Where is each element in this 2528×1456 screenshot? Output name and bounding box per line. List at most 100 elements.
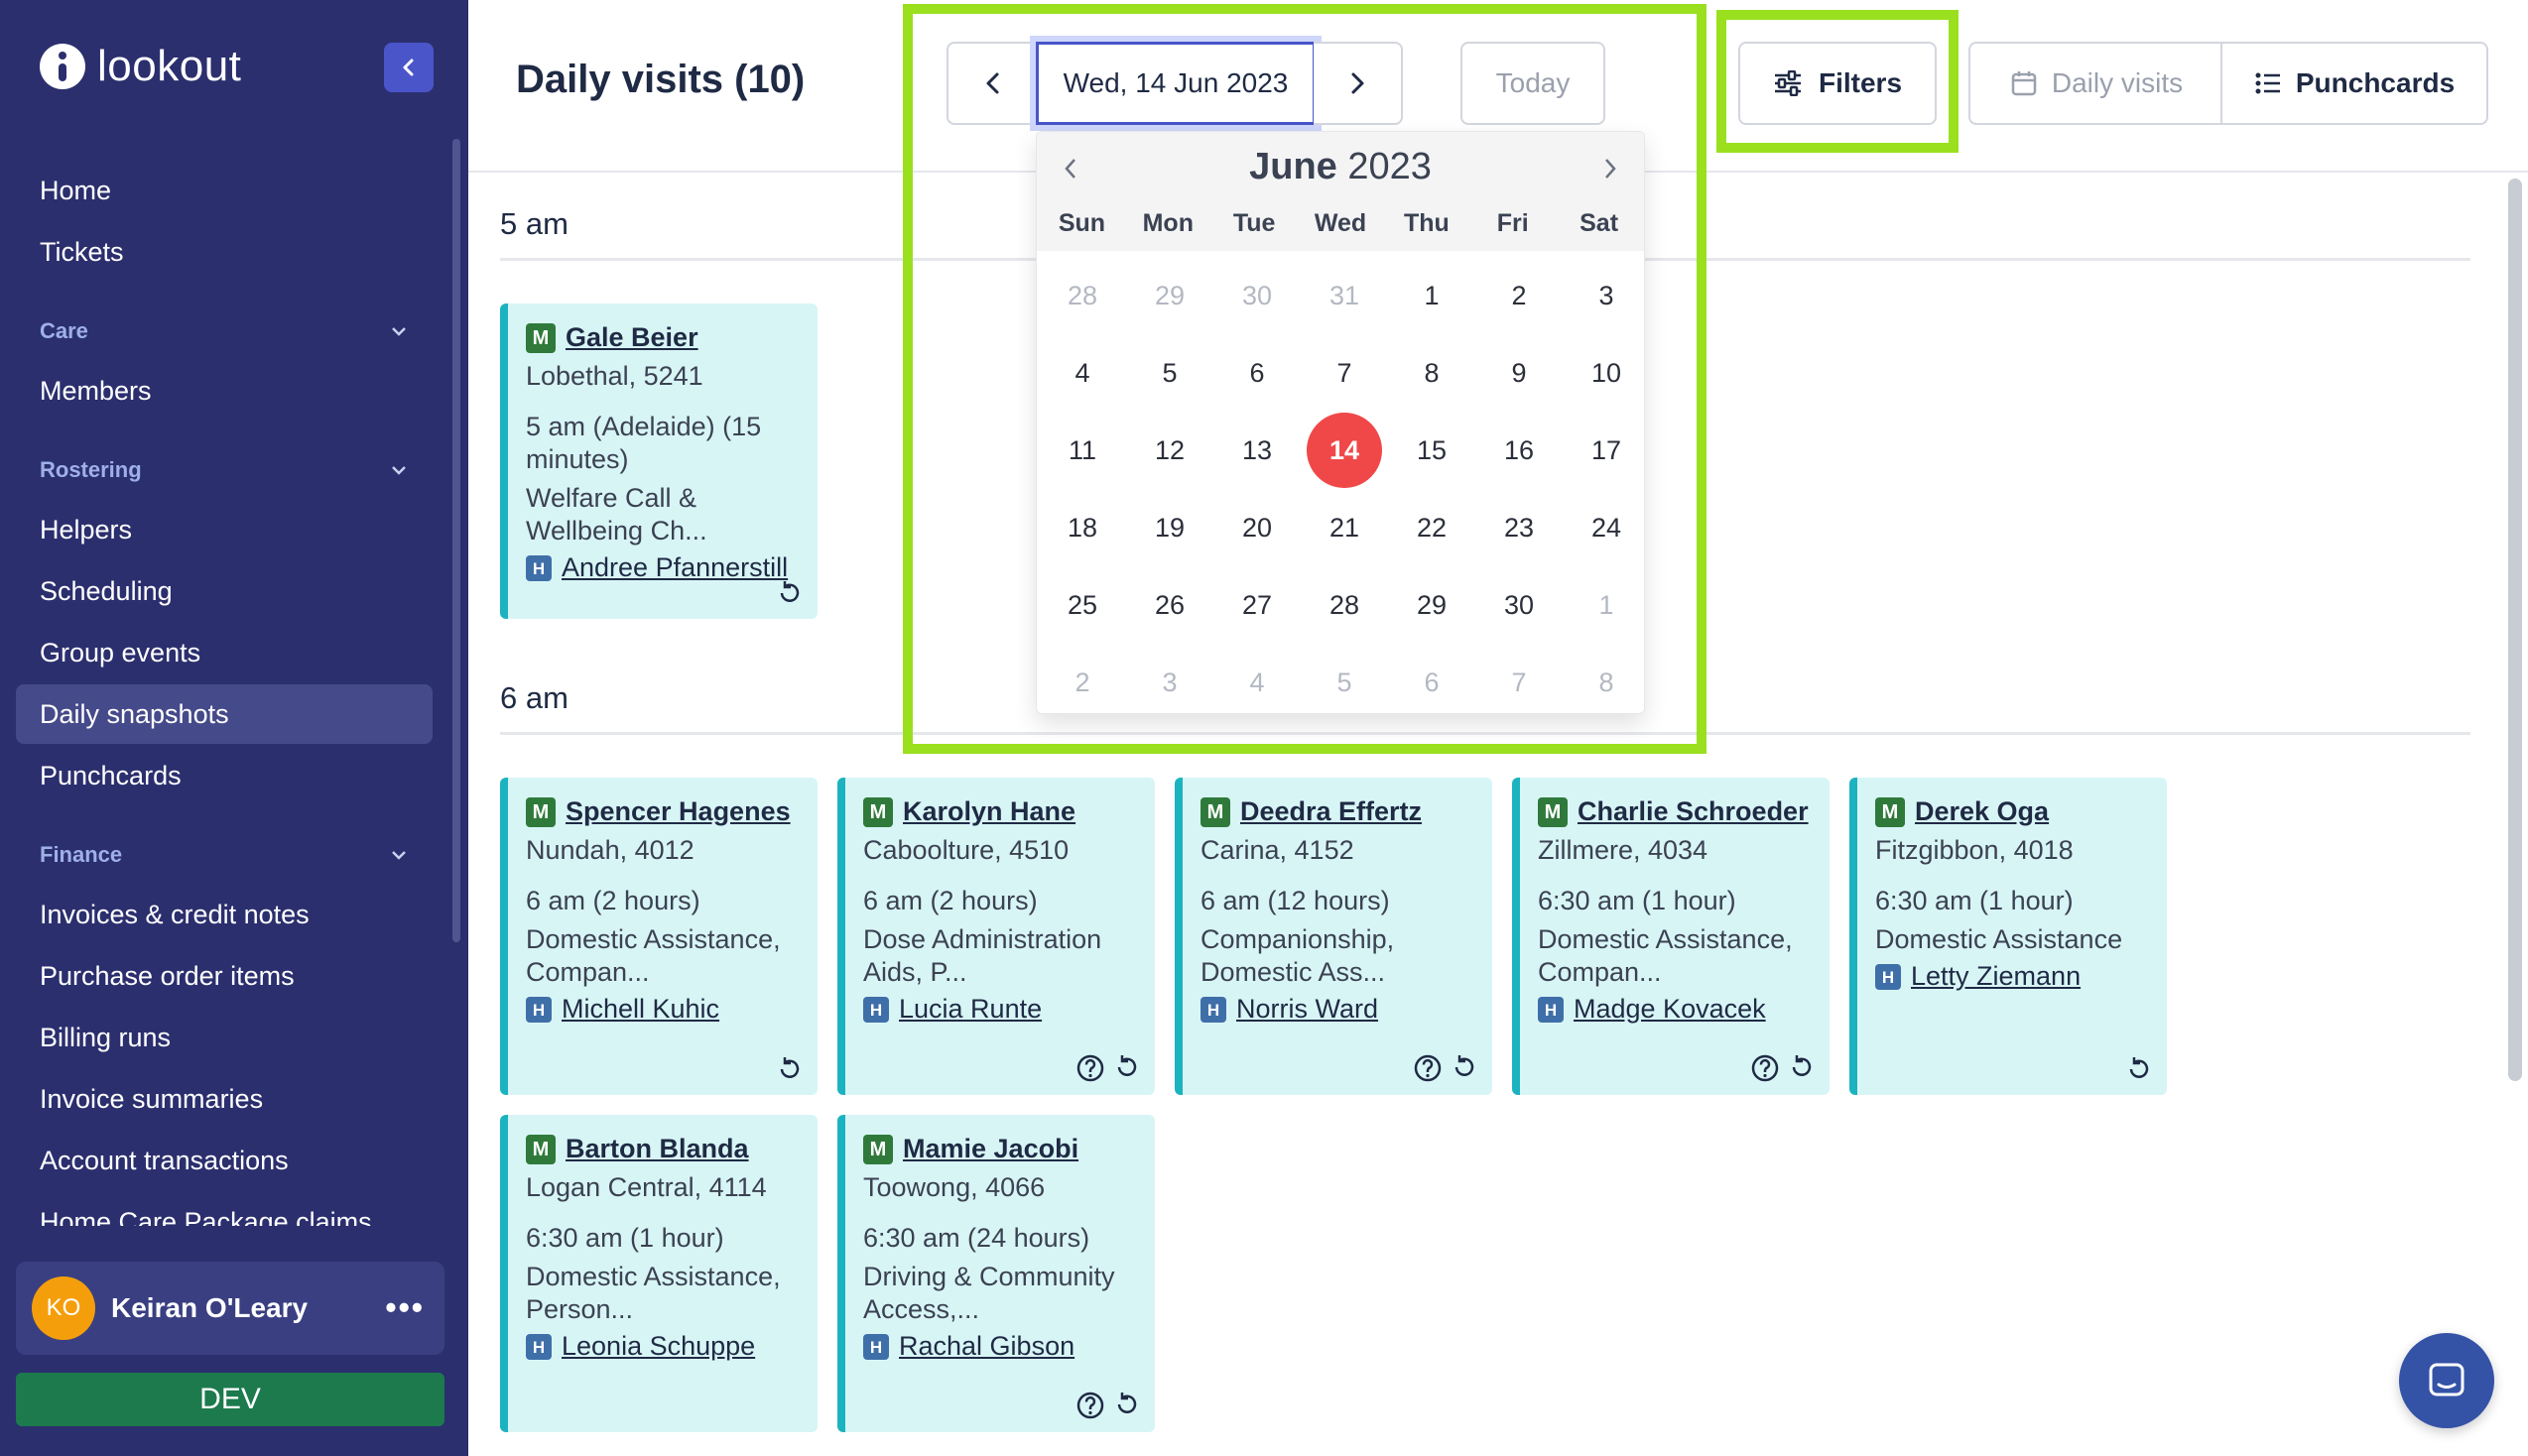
helper-link[interactable]: Rachal Gibson xyxy=(899,1330,1074,1363)
calendar-day[interactable]: 19 xyxy=(1126,489,1213,566)
member-link[interactable]: Karolyn Hane xyxy=(903,795,1075,828)
sidebar-item-billing-runs[interactable]: Billing runs xyxy=(16,1008,433,1067)
date-picker-button[interactable]: Wed, 14 Jun 2023 xyxy=(1036,42,1316,125)
calendar-day[interactable]: 23 xyxy=(1475,489,1563,566)
sidebar-item-tickets[interactable]: Tickets xyxy=(16,222,433,282)
helper-link[interactable]: Lucia Runte xyxy=(899,993,1042,1026)
member-link[interactable]: Mamie Jacobi xyxy=(903,1133,1078,1165)
daily-visits-view-button[interactable]: Daily visits xyxy=(1968,42,2222,125)
visit-card[interactable]: M Deedra Effertz Carina, 4152 6 am (12 ho… xyxy=(1175,778,1492,1095)
calendar-day[interactable]: 30 xyxy=(1213,257,1301,334)
question-icon[interactable] xyxy=(1750,1053,1780,1083)
sidebar-item-invoices[interactable]: Invoices & credit notes xyxy=(16,885,433,944)
member-link[interactable]: Barton Blanda xyxy=(566,1133,749,1165)
calendar-day[interactable]: 20 xyxy=(1213,489,1301,566)
sidebar-section-finance[interactable]: Finance xyxy=(0,827,448,883)
sidebar-item-home-care-package-claims[interactable]: Home Care Package claims xyxy=(16,1192,433,1226)
calendar-day[interactable]: 13 xyxy=(1213,412,1301,489)
calendar-day[interactable]: 29 xyxy=(1126,257,1213,334)
sidebar-item-helpers[interactable]: Helpers xyxy=(16,500,433,559)
next-day-button[interactable] xyxy=(1314,42,1403,125)
calendar-day[interactable]: 3 xyxy=(1563,257,1650,334)
calendar-day[interactable]: 28 xyxy=(1039,257,1126,334)
calendar-day[interactable]: 15 xyxy=(1388,412,1475,489)
visit-card[interactable]: M Barton Blanda Logan Central, 4114 6:30 … xyxy=(500,1115,818,1432)
question-icon[interactable] xyxy=(1075,1053,1105,1083)
calendar-day[interactable]: 12 xyxy=(1126,412,1213,489)
previous-day-button[interactable] xyxy=(947,42,1038,125)
helper-link[interactable]: Madge Kovacek xyxy=(1574,993,1766,1026)
calendar-day[interactable]: 7 xyxy=(1475,644,1563,721)
app-logo[interactable]: lookout xyxy=(40,42,241,91)
calendar-day[interactable]: 30 xyxy=(1475,566,1563,644)
sidebar-section-care[interactable]: Care xyxy=(0,303,448,359)
visit-card[interactable]: M Karolyn Hane Caboolture, 4510 6 am (2 h… xyxy=(837,778,1155,1095)
repeat-icon[interactable] xyxy=(1113,1391,1141,1420)
sidebar-item-group-events[interactable]: Group events xyxy=(16,623,433,682)
calendar-day[interactable]: 18 xyxy=(1039,489,1126,566)
calendar-day[interactable]: 11 xyxy=(1039,412,1126,489)
member-link[interactable]: Deedra Effertz xyxy=(1240,795,1422,828)
visit-card[interactable]: M Spencer Hagenes Nundah, 4012 6 am (2 ho… xyxy=(500,778,818,1095)
member-link[interactable]: Derek Oga xyxy=(1915,795,2049,828)
member-link[interactable]: Charlie Schroeder xyxy=(1578,795,1809,828)
calendar-day[interactable]: 7 xyxy=(1301,334,1388,412)
question-icon[interactable] xyxy=(1413,1053,1443,1083)
punchcards-view-button[interactable]: Punchcards xyxy=(2220,42,2488,125)
today-button[interactable]: Today xyxy=(1460,42,1605,125)
collapse-sidebar-button[interactable] xyxy=(384,43,434,92)
calendar-day[interactable]: 22 xyxy=(1388,489,1475,566)
calendar-day[interactable]: 2 xyxy=(1039,644,1126,721)
sidebar-item-account-transactions[interactable]: Account transactions xyxy=(16,1131,433,1190)
sidebar-item-daily-snapshots[interactable]: Daily snapshots xyxy=(16,684,433,744)
sidebar-item-members[interactable]: Members xyxy=(16,361,433,421)
calendar-day[interactable]: 8 xyxy=(1388,334,1475,412)
calendar-day[interactable]: 27 xyxy=(1213,566,1301,644)
more-options-icon[interactable]: ••• xyxy=(385,1289,425,1326)
repeat-icon[interactable] xyxy=(776,579,804,607)
calendar-day[interactable]: 16 xyxy=(1475,412,1563,489)
calendar-day[interactable]: 24 xyxy=(1563,489,1650,566)
calendar-day[interactable]: 26 xyxy=(1126,566,1213,644)
calendar-day[interactable]: 17 xyxy=(1563,412,1650,489)
calendar-day[interactable]: 5 xyxy=(1301,644,1388,721)
calendar-day[interactable]: 31 xyxy=(1301,257,1388,334)
visit-card[interactable]: M Charlie Schroeder Zillmere, 4034 6:30 a… xyxy=(1512,778,1830,1095)
calendar-day[interactable]: 25 xyxy=(1039,566,1126,644)
sidebar-item-punchcards[interactable]: Punchcards xyxy=(16,746,433,805)
calendar-day[interactable]: 5 xyxy=(1126,334,1213,412)
calendar-day[interactable]: 21 xyxy=(1301,489,1388,566)
helper-link[interactable]: Leonia Schuppe xyxy=(562,1330,755,1363)
sidebar-item-invoice-summaries[interactable]: Invoice summaries xyxy=(16,1069,433,1129)
visit-card[interactable]: M Derek Oga Fitzgibbon, 4018 6:30 am (1 h… xyxy=(1849,778,2167,1095)
sidebar-section-rostering[interactable]: Rostering xyxy=(0,442,448,498)
question-icon[interactable] xyxy=(1075,1391,1105,1420)
calendar-day[interactable]: 1 xyxy=(1563,566,1650,644)
sidebar-item-home[interactable]: Home xyxy=(16,161,433,220)
visit-card[interactable]: M Mamie Jacobi Toowong, 4066 6:30 am (24 … xyxy=(837,1115,1155,1432)
calendar-day[interactable]: 9 xyxy=(1475,334,1563,412)
helper-link[interactable]: Michell Kuhic xyxy=(562,993,719,1026)
helper-link[interactable]: Letty Ziemann xyxy=(1911,960,2081,993)
helper-link[interactable]: Norris Ward xyxy=(1236,993,1378,1026)
calendar-day[interactable]: 28 xyxy=(1301,566,1388,644)
helper-link[interactable]: Andree Pfannerstill xyxy=(562,551,788,584)
calendar-day[interactable]: 1 xyxy=(1388,257,1475,334)
calendar-day[interactable]: 8 xyxy=(1563,644,1650,721)
chat-launcher-button[interactable] xyxy=(2399,1333,2494,1428)
repeat-icon[interactable] xyxy=(2125,1055,2153,1083)
member-link[interactable]: Spencer Hagenes xyxy=(566,795,791,828)
calendar-day[interactable]: 6 xyxy=(1388,644,1475,721)
repeat-icon[interactable] xyxy=(776,1055,804,1083)
sidebar-item-scheduling[interactable]: Scheduling xyxy=(16,561,433,621)
calendar-day[interactable]: 4 xyxy=(1039,334,1126,412)
calendar-day[interactable]: 2 xyxy=(1475,257,1563,334)
next-month-button[interactable] xyxy=(1600,154,1620,188)
calendar-day[interactable]: 3 xyxy=(1126,644,1213,721)
user-menu[interactable]: KO Keiran O'Leary ••• xyxy=(16,1262,444,1355)
sidebar-scrollbar[interactable] xyxy=(452,139,460,942)
filters-button[interactable]: Filters xyxy=(1738,42,1937,125)
repeat-icon[interactable] xyxy=(1788,1053,1816,1083)
sidebar-item-purchase-order-items[interactable]: Purchase order items xyxy=(16,946,433,1006)
calendar-day[interactable]: 4 xyxy=(1213,644,1301,721)
